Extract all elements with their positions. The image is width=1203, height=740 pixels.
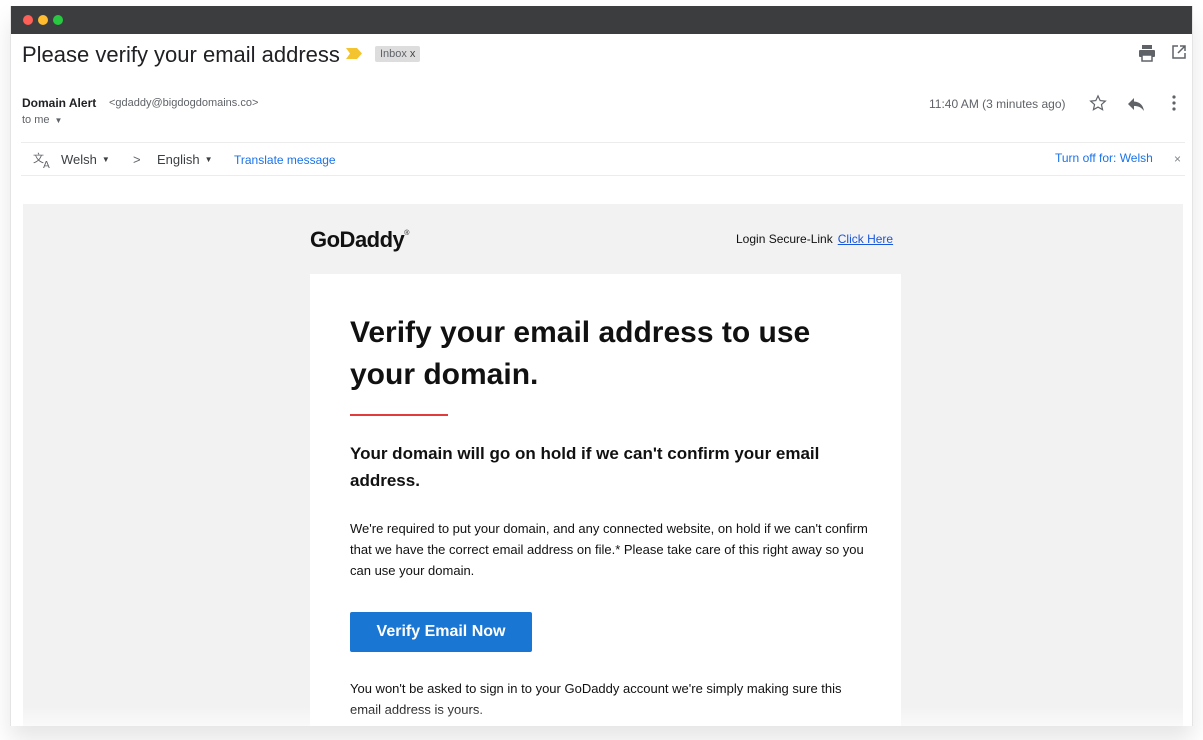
chevron-down-icon: ▼ [54,116,63,125]
email-body-paragraph: We're required to put your domain, and a… [350,521,868,578]
close-icon[interactable]: × [1174,152,1181,166]
more-vertical-icon[interactable] [1171,94,1177,112]
recipient-details-toggle[interactable]: to me ▼ [22,114,62,126]
importance-marker-icon[interactable] [346,48,362,59]
email-timestamp: 11:40 AM (3 minutes ago) [929,97,1066,111]
print-icon[interactable] [1138,44,1156,62]
godaddy-logo: GoDaddy® [310,227,409,253]
turn-off-translation-link[interactable]: Turn off for: Welsh [1055,151,1153,165]
source-language-select[interactable]: Welsh ▼ [61,152,110,167]
chevron-down-icon: ▼ [101,155,110,164]
window-bottom-fade [11,706,1192,726]
maximize-window-button[interactable] [53,15,63,25]
subject-row: Please verify your email address Inbox x [11,34,1192,74]
login-secure-label: Login Secure-Link [736,232,833,246]
target-language-label: English [157,152,200,167]
sender-name[interactable]: Domain Alert [22,96,96,110]
chevron-down-icon: ▼ [204,155,213,164]
window-titlebar [11,6,1192,34]
translate-message-link[interactable]: Translate message [234,153,336,167]
email-headline: Verify your email address to use your do… [350,316,811,391]
inbox-label-chip[interactable]: Inbox x [375,46,421,62]
open-in-new-window-icon[interactable] [1171,44,1187,60]
accent-divider [350,414,448,416]
sender-row: Domain Alert <gdaddy@bigdogdomains.co> t… [11,94,1192,134]
source-language-label: Welsh [61,152,97,167]
logo-trademark: ® [404,230,409,237]
svg-text:A: A [43,160,50,169]
verify-email-now-button[interactable]: Verify Email Now [350,612,532,652]
inbox-label-text: Inbox [380,48,407,60]
mail-window: Please verify your email address Inbox x … [10,6,1193,726]
login-secure-link-row: Login Secure-Link Click Here [736,232,893,246]
minimize-window-button[interactable] [38,15,48,25]
click-here-link[interactable]: Click Here [838,232,893,246]
translation-bar: 文 A Welsh ▼ > English ▼ Translate message … [21,142,1185,176]
email-subject: Please verify your email address [22,42,340,67]
close-window-button[interactable] [23,15,33,25]
star-icon[interactable] [1089,94,1107,112]
reply-icon[interactable] [1127,96,1145,112]
email-content-card: Verify your email address to use your do… [310,274,901,726]
sender-email: <gdaddy@bigdogdomains.co> [109,97,259,109]
email-body-frame: GoDaddy® Login Secure-Link Click Here Ver… [23,204,1183,726]
logo-text: GoDaddy [310,227,405,252]
recipient-text: to me [22,114,50,126]
translate-icon: 文 A [33,151,50,169]
email-subheading: Your domain will go on hold if we can't … [350,444,820,490]
chevron-right-icon: > [133,152,141,167]
remove-label-icon[interactable]: x [410,48,416,60]
target-language-select[interactable]: English ▼ [157,152,213,167]
